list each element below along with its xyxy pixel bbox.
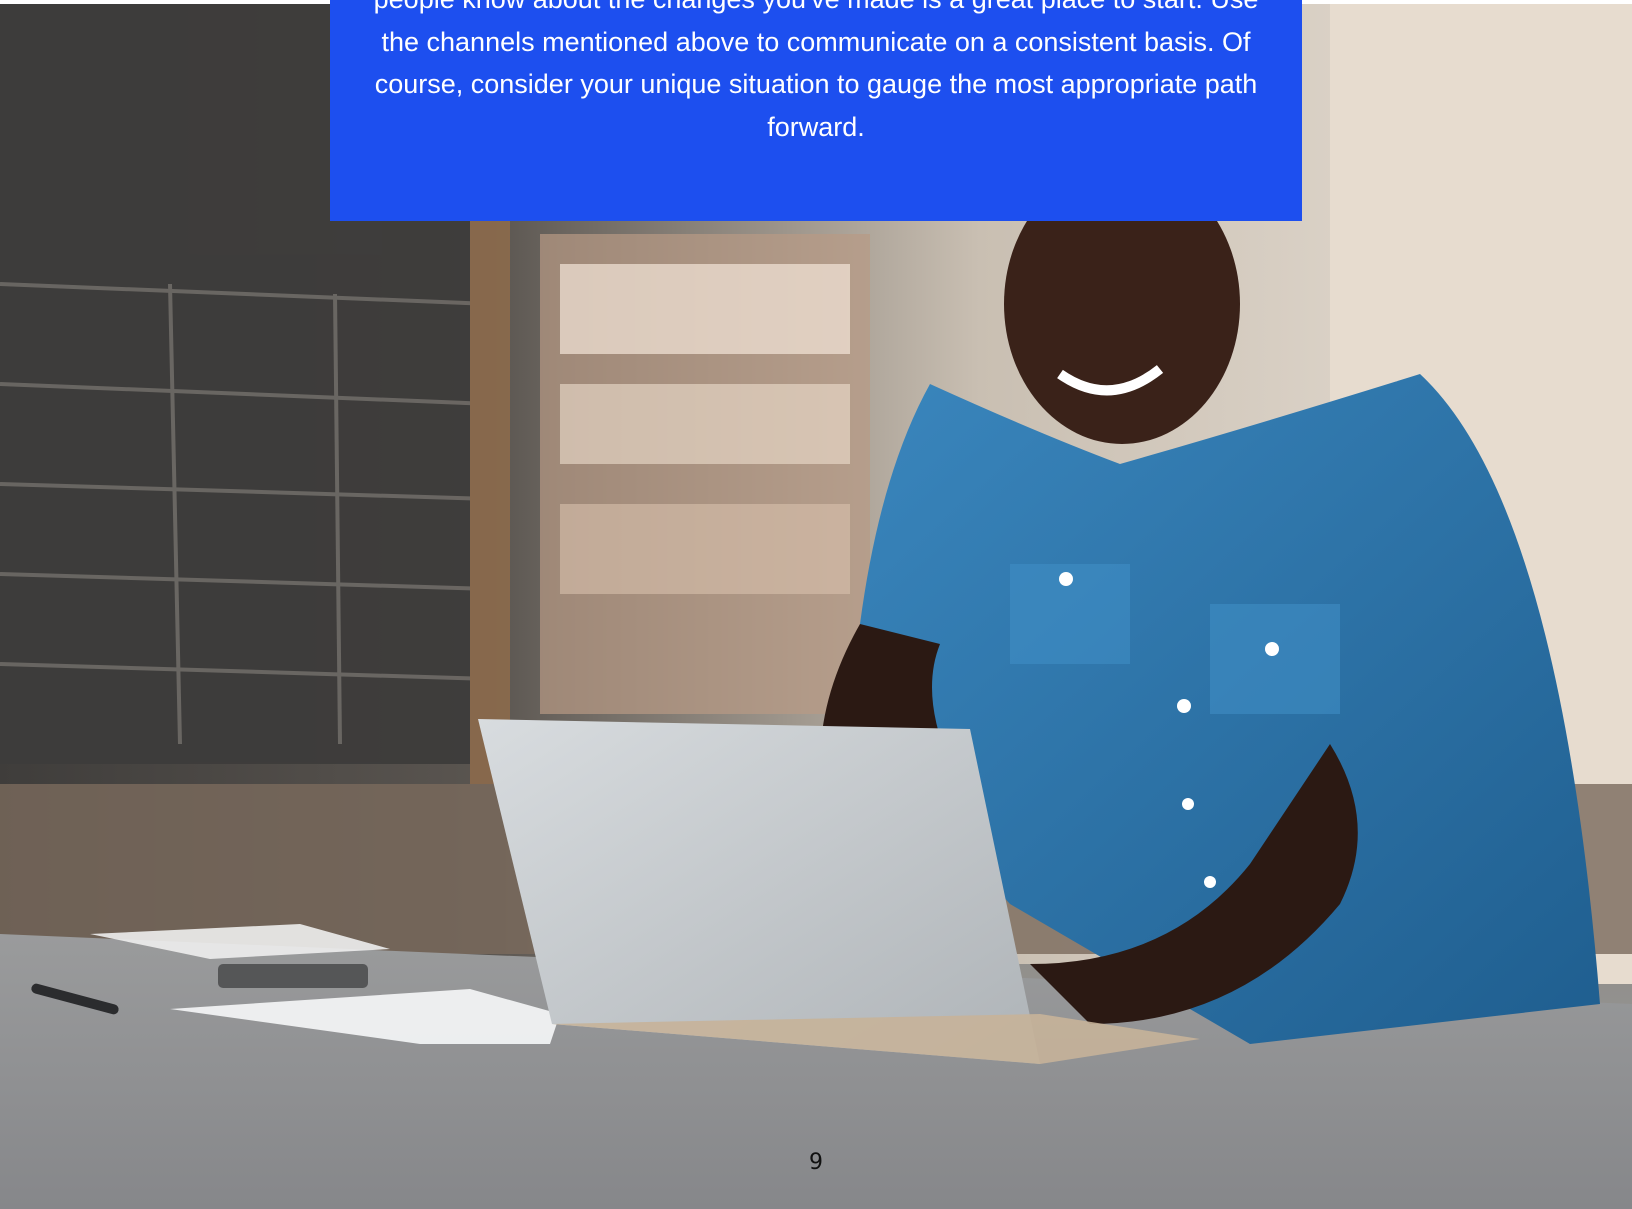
callout-text: people know about the changes you've mad… (374, 0, 1259, 142)
info-callout-box: people know about the changes you've mad… (330, 0, 1302, 221)
phone (218, 964, 368, 988)
laptop (478, 719, 1040, 1064)
page-number: 9 (809, 1150, 823, 1175)
